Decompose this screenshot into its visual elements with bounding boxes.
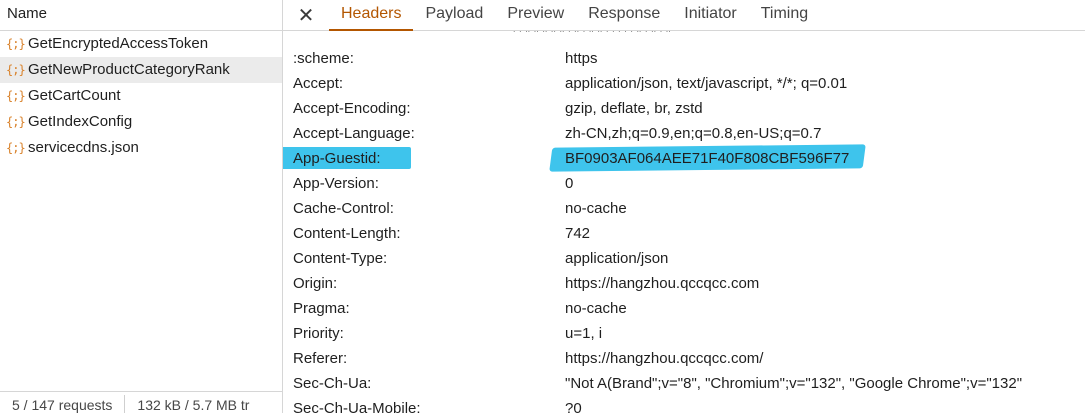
transfer-size: 132 kB / 5.7 MB tr: [137, 397, 250, 413]
header-name: Content-Type:: [293, 250, 388, 267]
header-value: "Not A(Brand";v="8", "Chromium";v="132",…: [565, 375, 1023, 392]
request-details-panel: ' ' '' '' '' '' '' ' '' ' '' '' ' ' ' ' …: [283, 0, 1085, 413]
request-item[interactable]: {;} servicecdns.json: [0, 135, 282, 161]
header-value: no-cache: [565, 200, 627, 217]
header-name: Accept-Language:: [293, 125, 415, 142]
request-list-panel: Name {;} GetEncryptedAccessToken {;} Get…: [0, 0, 283, 413]
json-braces-icon: {;}: [6, 63, 26, 77]
header-row: Content-Type: application/json: [283, 246, 1085, 271]
header-name: App-Guestid:: [293, 150, 381, 167]
header-value: application/json, text/javascript, */*; …: [565, 75, 848, 92]
json-braces-icon: {;}: [6, 141, 26, 155]
header-value: zh-CN,zh;q=0.9,en;q=0.8,en-US;q=0.7: [565, 125, 822, 142]
header-name: Sec-Ch-Ua:: [293, 375, 372, 392]
request-item[interactable]: {;} GetEncryptedAccessToken: [0, 31, 282, 57]
request-count: 5 / 147 requests: [12, 397, 113, 413]
request-item-selected[interactable]: {;} GetNewProductCategoryRank: [0, 57, 282, 83]
header-name: Sec-Ch-Ua-Mobile:: [293, 400, 421, 413]
request-name: GetCartCount: [28, 87, 121, 104]
header-row-highlighted: App-Guestid: BF0903AF064AEE71F40F808CBF59…: [283, 144, 1085, 172]
header-row: Origin: https://hangzhou.qccqcc.com: [283, 271, 1085, 296]
tab-response[interactable]: Response: [576, 0, 672, 30]
header-name: Priority:: [293, 325, 344, 342]
json-braces-icon: {;}: [6, 37, 26, 51]
header-name: Content-Length:: [293, 225, 401, 242]
status-divider: [124, 395, 126, 413]
header-name: App-Version:: [293, 175, 379, 192]
header-value: BF0903AF064AEE71F40F808CBF596F77: [565, 150, 850, 167]
header-row: Pragma: no-cache: [283, 296, 1085, 321]
request-name: GetIndexConfig: [28, 113, 133, 130]
json-braces-icon: {;}: [6, 115, 26, 129]
header-value: no-cache: [565, 300, 627, 317]
header-name: Origin:: [293, 275, 338, 292]
request-item[interactable]: {;} GetCartCount: [0, 83, 282, 109]
tab-initiator[interactable]: Initiator: [672, 0, 748, 30]
header-value: 742: [565, 225, 591, 242]
status-bar: 5 / 147 requests 132 kB / 5.7 MB tr: [0, 391, 282, 413]
header-row: App-Version: 0: [283, 171, 1085, 196]
header-value: ?0: [565, 400, 582, 413]
json-braces-icon: {;}: [6, 89, 26, 103]
header-row: Accept-Encoding: gzip, deflate, br, zstd: [283, 96, 1085, 121]
headers-list: ' ' '' '' '' '' '' ' '' ' '' '' ' ' ' ' …: [283, 21, 1085, 413]
header-name: Pragma:: [293, 300, 350, 317]
header-name: Cache-Control:: [293, 200, 394, 217]
header-row: Cache-Control: no-cache: [283, 196, 1085, 221]
request-item[interactable]: {;} GetIndexConfig: [0, 109, 282, 135]
header-row: Accept: application/json, text/javascript…: [283, 71, 1085, 96]
tab-timing[interactable]: Timing: [749, 0, 820, 30]
header-row: Content-Length: 742: [283, 221, 1085, 246]
request-name: servicecdns.json: [28, 139, 139, 156]
header-row: Accept-Language: zh-CN,zh;q=0.9,en;q=0.8,…: [283, 121, 1085, 146]
header-value: https://hangzhou.qccqcc.com: [565, 275, 760, 292]
header-row: :scheme: https: [283, 46, 1085, 71]
header-value: https: [565, 50, 598, 67]
header-value: 0: [565, 175, 574, 192]
request-name: GetNewProductCategoryRank: [28, 61, 230, 78]
close-icon[interactable]: ✕: [283, 0, 329, 30]
tab-headers[interactable]: Headers: [329, 0, 414, 31]
header-row: Sec-Ch-Ua: "Not A(Brand";v="8", "Chromium…: [283, 371, 1085, 396]
header-row: Referer: https://hangzhou.qccqcc.com/: [283, 346, 1085, 371]
details-tab-bar: ✕ Headers Payload Preview Response Initi…: [283, 0, 1085, 31]
header-name: Accept-Encoding:: [293, 100, 411, 117]
header-value: u=1, i: [565, 325, 603, 342]
request-list: {;} GetEncryptedAccessToken {;} GetNewPr…: [0, 31, 282, 161]
header-row: Priority: u=1, i: [283, 321, 1085, 346]
header-value: https://hangzhou.qccqcc.com/: [565, 350, 764, 367]
header-value: application/json: [565, 250, 669, 267]
tab-preview[interactable]: Preview: [495, 0, 576, 30]
tab-payload[interactable]: Payload: [413, 0, 495, 30]
header-name: :scheme:: [293, 50, 354, 67]
request-name: GetEncryptedAccessToken: [28, 35, 209, 52]
header-name: Referer:: [293, 350, 348, 367]
name-column-header[interactable]: Name: [0, 0, 282, 31]
header-name: Accept:: [293, 75, 344, 92]
header-row: Sec-Ch-Ua-Mobile: ?0: [283, 396, 1085, 413]
header-value: gzip, deflate, br, zstd: [565, 100, 703, 117]
